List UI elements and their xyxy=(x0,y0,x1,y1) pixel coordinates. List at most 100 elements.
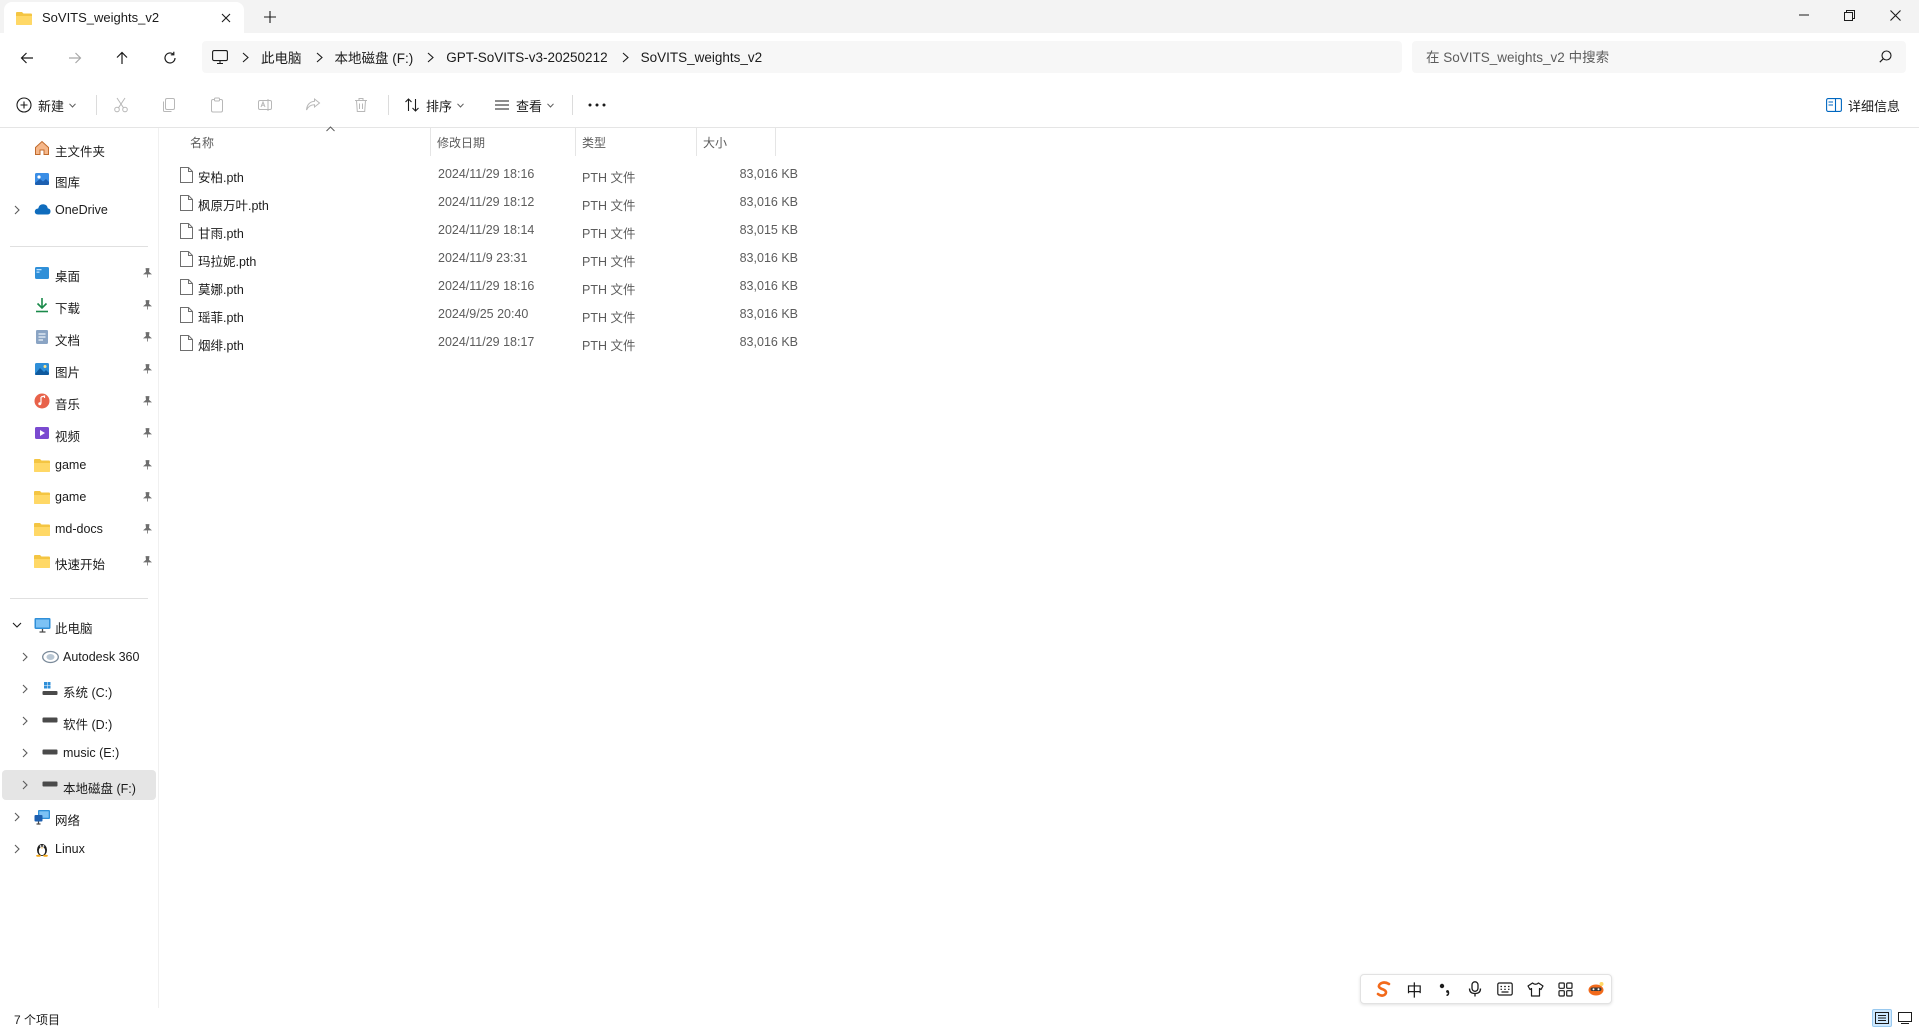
sidebar-item-desktop[interactable]: 桌面 xyxy=(2,258,156,288)
back-button[interactable] xyxy=(12,43,42,73)
keyboard-icon[interactable] xyxy=(1490,975,1520,1003)
ime-mode-toggle[interactable]: 中 xyxy=(1399,975,1429,1003)
share-button[interactable] xyxy=(305,90,321,120)
details-view-toggle[interactable] xyxy=(1872,1009,1892,1027)
sidebar-item-music[interactable]: 音乐 xyxy=(2,386,156,416)
close-window-button[interactable] xyxy=(1872,0,1918,30)
sidebar-item-linux[interactable]: Linux xyxy=(2,834,156,864)
cut-button[interactable] xyxy=(113,90,129,120)
sidebar-item-drive-c[interactable]: 系统 (C:) xyxy=(2,674,156,704)
sidebar-item-gallery[interactable]: 图库 xyxy=(2,164,156,194)
file-list: 名称 修改日期 类型 大小 安柏.pth 2024/11/29 18:16 PT… xyxy=(160,126,1919,1008)
sidebar-item-quick-start[interactable]: 快速开始 xyxy=(2,546,156,576)
punctuation-icon[interactable] xyxy=(1430,975,1460,1003)
cloud-icon xyxy=(34,203,51,219)
minimize-button[interactable] xyxy=(1781,0,1827,30)
microphone-icon[interactable] xyxy=(1460,975,1490,1003)
sidebar-item-network[interactable]: 网络 xyxy=(2,802,156,832)
file-row[interactable]: 枫原万叶.pth 2024/11/29 18:12 PTH 文件 83,016 … xyxy=(174,188,936,216)
toolbox-grid-icon[interactable] xyxy=(1551,975,1581,1003)
file-row[interactable]: 甘雨.pth 2024/11/29 18:14 PTH 文件 83,015 KB xyxy=(174,216,936,244)
search-input[interactable] xyxy=(1426,49,1866,65)
chevron-right-icon[interactable] xyxy=(11,204,23,216)
search-icon[interactable] xyxy=(1879,50,1892,63)
sidebar-item-this-pc[interactable]: 此电脑 xyxy=(2,610,156,640)
pane-splitter[interactable] xyxy=(158,128,159,1008)
forward-button[interactable] xyxy=(60,43,90,73)
sidebar-item-autodesk-360[interactable]: Autodesk 360 xyxy=(2,642,156,672)
restore-button[interactable] xyxy=(1826,0,1872,30)
pin-icon[interactable] xyxy=(143,332,152,342)
close-tab-icon[interactable] xyxy=(218,10,234,26)
file-row[interactable]: 烟绯.pth 2024/11/29 18:17 PTH 文件 83,016 KB xyxy=(174,328,936,356)
details-pane-button[interactable]: 详细信息 xyxy=(1826,90,1900,120)
sidebar-item-game[interactable]: game xyxy=(2,450,156,480)
sogou-logo-icon[interactable] xyxy=(1369,975,1399,1003)
search-box[interactable] xyxy=(1412,41,1906,73)
chevron-right-icon[interactable] xyxy=(19,747,31,759)
pin-icon[interactable] xyxy=(143,460,152,470)
sidebar-item-downloads[interactable]: 下载 xyxy=(2,290,156,320)
up-button[interactable] xyxy=(107,43,137,73)
paste-button[interactable] xyxy=(209,90,225,120)
sidebar-item-label: 网络 xyxy=(55,814,81,828)
pin-icon[interactable] xyxy=(143,364,152,374)
chevron-right-icon[interactable] xyxy=(19,715,31,727)
refresh-button[interactable] xyxy=(155,43,185,73)
file-row[interactable]: 莫娜.pth 2024/11/29 18:16 PTH 文件 83,016 KB xyxy=(174,272,936,300)
details-view-icon xyxy=(1875,1012,1889,1024)
music-icon xyxy=(34,393,50,409)
sidebar-item-documents[interactable]: 文档 xyxy=(2,322,156,352)
chevron-right-icon[interactable] xyxy=(11,843,23,855)
column-header-type[interactable]: 类型 xyxy=(576,128,696,156)
new-tab-button[interactable] xyxy=(258,6,282,28)
file-row[interactable]: 安柏.pth 2024/11/29 18:16 PTH 文件 83,016 KB xyxy=(174,160,936,188)
sidebar-item-drive-f[interactable]: 本地磁盘 (F:) xyxy=(2,770,156,800)
chevron-right-icon[interactable] xyxy=(19,651,31,663)
sidebar-item-onedrive[interactable]: OneDrive xyxy=(2,195,156,225)
sidebar-item-drive-d[interactable]: 软件 (D:) xyxy=(2,706,156,736)
column-header-size[interactable]: 大小 xyxy=(697,128,775,156)
gallery-icon xyxy=(34,171,50,187)
file-name: 甘雨.pth xyxy=(198,227,244,241)
file-row[interactable]: 瑶菲.pth 2024/9/25 20:40 PTH 文件 83,016 KB xyxy=(174,300,936,328)
chevron-right-icon[interactable] xyxy=(19,683,31,695)
breadcrumb-drive-f[interactable]: 本地磁盘 (F:) xyxy=(335,47,414,67)
pin-icon[interactable] xyxy=(143,524,152,534)
view-button[interactable]: 查看 xyxy=(494,90,554,120)
sidebar-item-game-2[interactable]: game xyxy=(2,482,156,512)
pin-icon[interactable] xyxy=(143,428,152,438)
column-header-date[interactable]: 修改日期 xyxy=(431,128,575,156)
new-button[interactable]: 新建 xyxy=(16,90,76,120)
delete-button[interactable] xyxy=(353,90,369,120)
large-icons-view-toggle[interactable] xyxy=(1895,1009,1915,1027)
pin-icon[interactable] xyxy=(143,492,152,502)
file-row[interactable]: 玛拉妮.pth 2024/11/9 23:31 PTH 文件 83,016 KB xyxy=(174,244,936,272)
more-options-button[interactable] xyxy=(588,90,606,120)
breadcrumb-sovits-weights[interactable]: SoVITS_weights_v2 xyxy=(641,50,763,65)
column-resize-handle[interactable] xyxy=(775,128,776,156)
sidebar-item-drive-e[interactable]: music (E:) xyxy=(2,738,156,768)
chevron-right-icon[interactable] xyxy=(19,779,31,791)
pin-icon[interactable] xyxy=(143,300,152,310)
sidebar-item-pictures[interactable]: 图片 xyxy=(2,354,156,384)
skin-shirt-icon[interactable] xyxy=(1520,975,1550,1003)
breadcrumb-gpt-sovits[interactable]: GPT-SoVITS-v3-20250212 xyxy=(446,50,607,65)
pin-icon[interactable] xyxy=(143,268,152,278)
sidebar-item-md-docs[interactable]: md-docs xyxy=(2,514,156,544)
copy-button[interactable] xyxy=(161,90,177,120)
column-header-name[interactable]: 名称 xyxy=(184,126,430,156)
pin-icon[interactable] xyxy=(143,556,152,566)
chevron-down-icon xyxy=(457,102,464,108)
tab-sovits-weights[interactable]: SoVITS_weights_v2 xyxy=(4,2,244,33)
mascot-icon[interactable] xyxy=(1581,975,1611,1003)
pin-icon[interactable] xyxy=(143,396,152,406)
sidebar-item-home[interactable]: 主文件夹 xyxy=(2,133,156,163)
sort-button[interactable]: 排序 xyxy=(404,90,464,120)
sidebar-item-videos[interactable]: 视频 xyxy=(2,418,156,448)
breadcrumb-this-pc[interactable]: 此电脑 xyxy=(261,47,302,67)
address-bar[interactable]: 此电脑 本地磁盘 (F:) GPT-SoVITS-v3-20250212 SoV… xyxy=(202,41,1402,73)
rename-button[interactable] xyxy=(257,90,273,120)
chevron-down-icon[interactable] xyxy=(11,619,23,631)
chevron-right-icon[interactable] xyxy=(11,811,23,823)
